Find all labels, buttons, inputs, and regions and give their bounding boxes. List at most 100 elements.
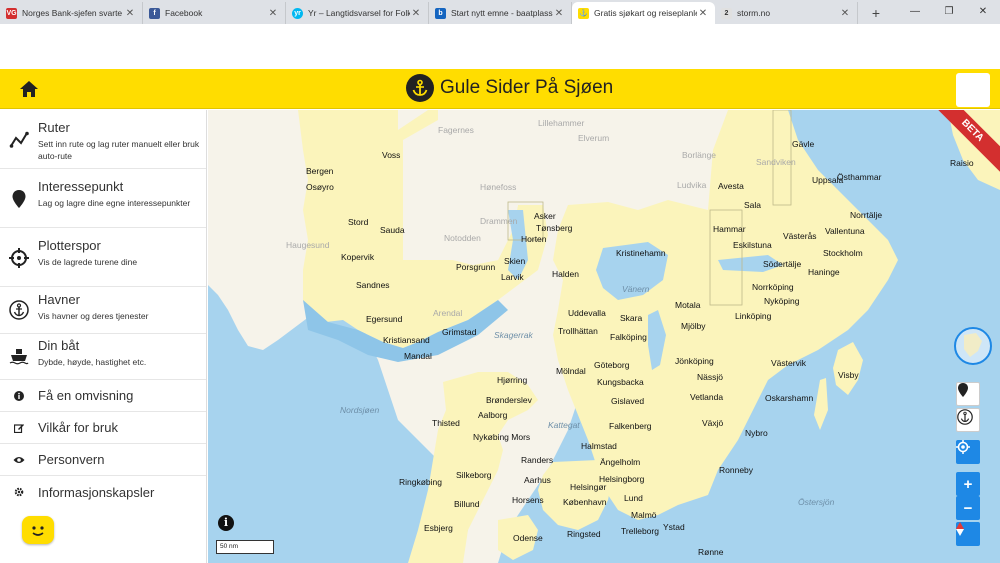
favicon-icon: yr bbox=[292, 7, 303, 19]
place-label: Horten bbox=[521, 234, 547, 244]
place-label: Lillehammer bbox=[538, 118, 585, 128]
compass-button[interactable] bbox=[956, 522, 980, 546]
compass-icon bbox=[956, 522, 964, 536]
place-label: Trollhättan bbox=[558, 326, 598, 336]
sidebar-item-plotterspor[interactable]: Plotterspor Vis de lagrede turene dine bbox=[0, 228, 206, 287]
place-label: Halden bbox=[552, 269, 579, 279]
account-button[interactable] bbox=[956, 73, 990, 107]
tab-title: Facebook bbox=[165, 8, 203, 18]
locate-me-button[interactable] bbox=[956, 440, 980, 464]
close-tab-icon[interactable]: ✕ bbox=[839, 8, 851, 19]
sidebar-link-personvern[interactable]: Personvern bbox=[0, 444, 206, 476]
zoom-in-button[interactable]: + bbox=[956, 472, 980, 496]
window-controls: — ❐ ✕ bbox=[898, 0, 1000, 24]
browser-tab[interactable]: 2 storm.no ✕ bbox=[715, 2, 858, 24]
place-label: Kungsbacka bbox=[597, 377, 644, 387]
crosshair-icon bbox=[9, 248, 29, 268]
place-label: Jönköping bbox=[675, 356, 714, 366]
place-label: Avesta bbox=[718, 181, 744, 191]
close-tab-icon[interactable]: ✕ bbox=[697, 8, 709, 19]
place-label: Asker bbox=[534, 211, 556, 221]
place-label: Göteborg bbox=[594, 360, 630, 370]
browser-tab[interactable]: VG Norges Bank-sjefen svarte om ✕ bbox=[0, 2, 143, 24]
sidebar-item-din-bat[interactable]: Din båt Dybde, høyde, hastighet etc. bbox=[0, 334, 206, 380]
browser-tab[interactable]: yr Yr – Langtidsvarsel for Folkev ✕ bbox=[286, 2, 429, 24]
place-label: Arendal bbox=[433, 308, 463, 318]
place-label: Hønefoss bbox=[480, 182, 517, 192]
place-label: Haugesund bbox=[286, 240, 330, 250]
home-icon bbox=[20, 81, 38, 97]
place-label: Voss bbox=[382, 150, 401, 160]
place-label: Grimstad bbox=[442, 327, 477, 337]
sidebar-item-title: Havner bbox=[38, 292, 80, 307]
sidebar-item-ruter[interactable]: Ruter Sett inn rute og lag ruter manuelt… bbox=[0, 110, 206, 169]
place-label: Vetlanda bbox=[690, 392, 724, 402]
tab-title: Yr – Langtidsvarsel for Folkev bbox=[308, 8, 410, 18]
poi-toggle-button[interactable] bbox=[956, 382, 980, 406]
place-label: Nykøbing Mors bbox=[473, 432, 531, 442]
sea-chart-map[interactable]: Bergen Voss Osøyro Stord Sauda Haugesund… bbox=[208, 110, 1000, 563]
sea-label: Östersjön bbox=[798, 497, 835, 507]
map-pin-icon bbox=[9, 189, 29, 209]
place-label: Mölndal bbox=[556, 366, 586, 376]
sidebar-item-havner[interactable]: Havner Vis havner og deres tjenester bbox=[0, 287, 206, 334]
locate-icon bbox=[956, 440, 970, 454]
place-label: Borlänge bbox=[682, 150, 717, 160]
place-label: Haninge bbox=[808, 267, 840, 277]
window-close-icon[interactable]: ✕ bbox=[966, 0, 1000, 22]
sea-label: Vänern bbox=[622, 284, 650, 294]
minimize-icon[interactable]: — bbox=[898, 0, 932, 22]
overview-map-button[interactable] bbox=[954, 327, 992, 365]
place-label: Fagernes bbox=[438, 125, 474, 135]
new-tab-button[interactable]: + bbox=[864, 2, 888, 24]
gear-icon bbox=[9, 482, 29, 502]
sidebar-link-label: Personvern bbox=[38, 452, 105, 467]
place-label: Egersund bbox=[366, 314, 403, 324]
place-label: Ludvika bbox=[677, 180, 707, 190]
place-label: Sauda bbox=[380, 225, 405, 235]
sidebar-link-informasjonskapsler[interactable]: Informasjonskapsler bbox=[0, 476, 206, 508]
sidebar-link-omvisning[interactable]: Få en omvisning bbox=[0, 380, 206, 412]
sidebar-item-interessepunkt[interactable]: Interessepunkt Lag og lagre dine egne in… bbox=[0, 169, 206, 228]
place-label: Esbjerg bbox=[424, 523, 453, 533]
close-tab-icon[interactable]: ✕ bbox=[124, 8, 136, 19]
tab-title: storm.no bbox=[737, 8, 771, 18]
place-label: Aalborg bbox=[478, 410, 508, 420]
chat-mascot-button[interactable] bbox=[22, 516, 54, 544]
harbor-toggle-button[interactable] bbox=[956, 408, 980, 432]
place-label: Vallentuna bbox=[825, 226, 865, 236]
place-label: Drammen bbox=[480, 216, 518, 226]
sidebar-item-desc: Vis de lagrede turene dine bbox=[38, 257, 138, 267]
place-label: Odense bbox=[513, 533, 543, 543]
sea-label: Nordsjøen bbox=[340, 405, 380, 415]
sidebar-link-vilkar[interactable]: Vilkår for bruk bbox=[0, 412, 206, 444]
tab-title: Start nytt emne - baatplassen bbox=[451, 8, 553, 18]
place-label: Mandal bbox=[404, 351, 432, 361]
anchor-icon bbox=[9, 300, 29, 320]
sidebar-item-desc: Dybde, høyde, hastighet etc. bbox=[38, 357, 147, 367]
sidebar-item-title: Plotterspor bbox=[38, 238, 101, 253]
place-label: Thisted bbox=[432, 418, 460, 428]
place-label: Elverum bbox=[578, 133, 610, 143]
sidebar-item-title: Interessepunkt bbox=[38, 179, 124, 194]
place-label: Sala bbox=[744, 200, 762, 210]
home-button[interactable] bbox=[18, 79, 40, 99]
place-label: Larvik bbox=[501, 272, 524, 282]
place-label: Tønsberg bbox=[536, 223, 573, 233]
browser-tab-active[interactable]: ⚓ Gratis sjøkart og reiseplanleg ✕ bbox=[572, 2, 715, 24]
place-label: Notodden bbox=[444, 233, 481, 243]
place-label: Lund bbox=[624, 493, 643, 503]
place-label: Raisio bbox=[950, 158, 974, 168]
browser-tab[interactable]: f Facebook ✕ bbox=[143, 2, 286, 24]
place-label: Stord bbox=[348, 217, 369, 227]
close-tab-icon[interactable]: ✕ bbox=[410, 8, 422, 19]
maximize-icon[interactable]: ❐ bbox=[932, 0, 966, 22]
place-label: Brønderslev bbox=[486, 395, 532, 405]
browser-tab[interactable]: b Start nytt emne - baatplassen ✕ bbox=[429, 2, 572, 24]
map-info-button[interactable]: i bbox=[218, 515, 234, 531]
sidebar-link-label: Få en omvisning bbox=[38, 388, 134, 403]
close-tab-icon[interactable]: ✕ bbox=[553, 8, 565, 19]
place-label: Porsgrunn bbox=[456, 262, 496, 272]
close-tab-icon[interactable]: ✕ bbox=[267, 8, 279, 19]
zoom-out-button[interactable]: − bbox=[956, 496, 980, 520]
